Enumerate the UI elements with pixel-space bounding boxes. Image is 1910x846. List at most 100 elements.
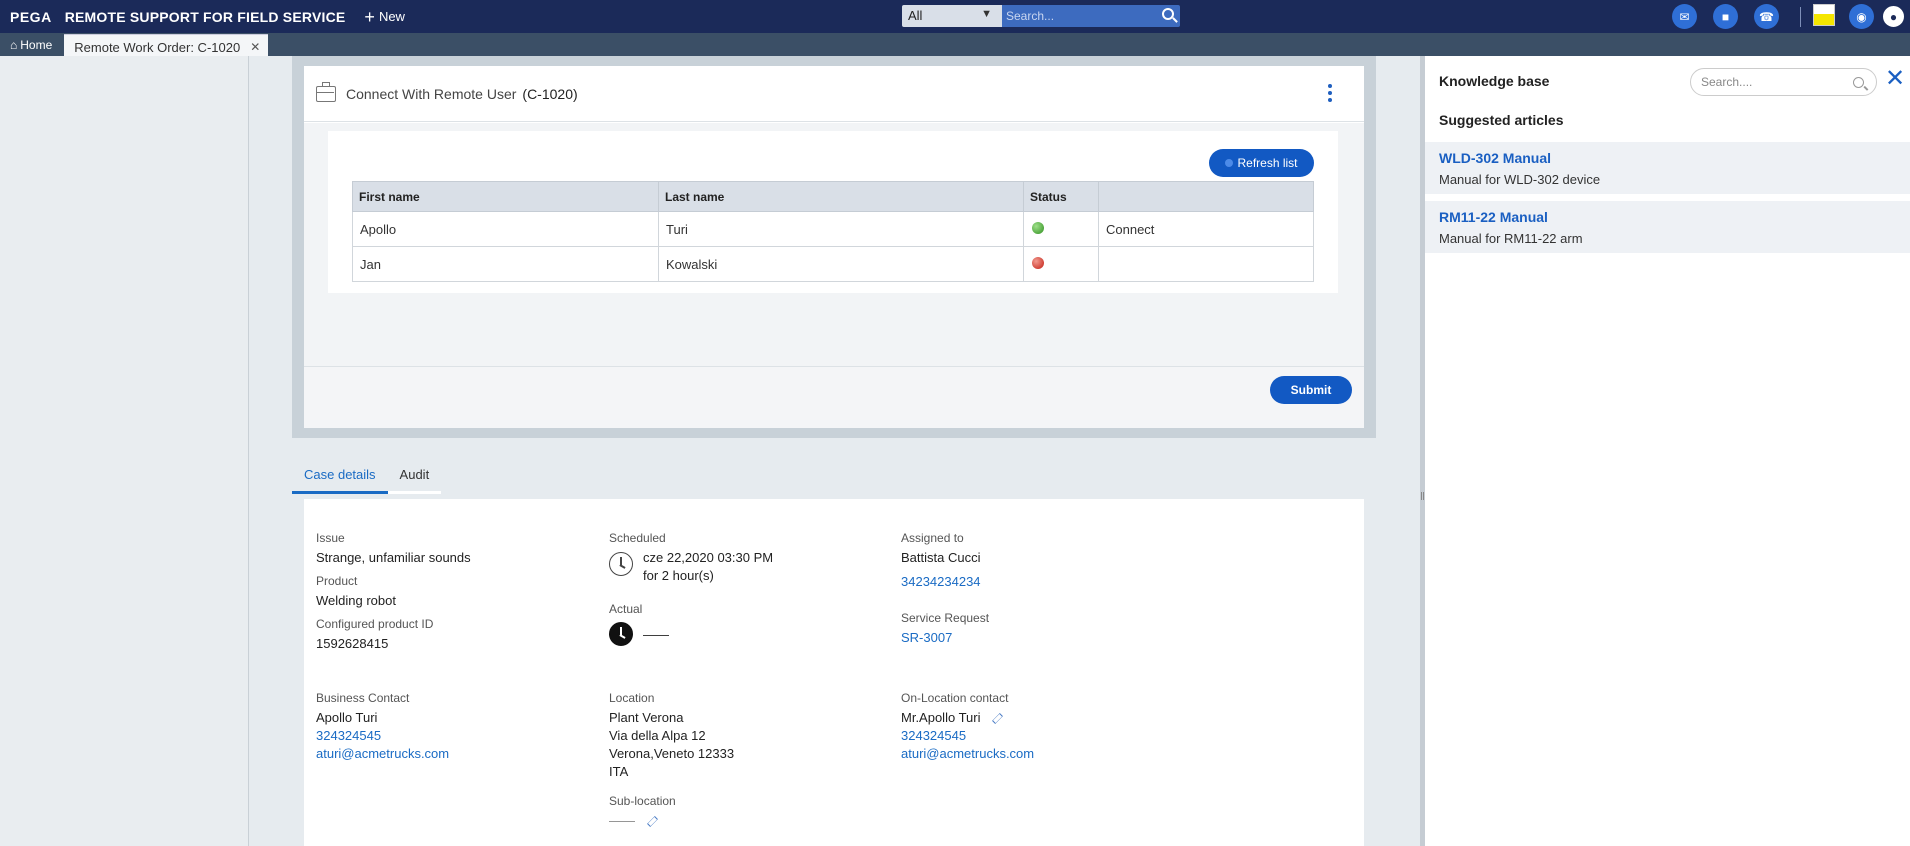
article-item[interactable]: WLD-302 Manual Manual for WLD-302 device (1425, 142, 1910, 194)
edit-pencil-icon[interactable] (646, 816, 658, 828)
article-description: Manual for RM11-22 arm (1439, 231, 1583, 246)
assigned-to-phone[interactable]: 34234234234 (901, 573, 981, 591)
refresh-list-button[interactable]: Refresh list (1209, 149, 1314, 177)
clock-filled-icon (609, 622, 633, 646)
tab-case-details[interactable]: Case details (292, 458, 388, 494)
tab-home[interactable]: ⌂ Home (0, 33, 60, 56)
column-header-first-name[interactable]: First name (352, 181, 659, 212)
issue-field: Issue Strange, unfamiliar sounds (316, 531, 471, 567)
global-search-input[interactable]: Search... (1002, 5, 1180, 27)
article-title-link[interactable]: WLD-302 Manual (1439, 150, 1896, 166)
assigned-to-field: Assigned to Battista Cucci 34234234234 (901, 531, 981, 591)
submit-button[interactable]: Submit (1270, 376, 1352, 404)
status-online-icon (1032, 221, 1044, 234)
tab-work-order[interactable]: Remote Work Order: C-1020 ✕ (64, 34, 269, 56)
search-scope-value: All (908, 8, 923, 23)
knowledge-search-input[interactable]: Search.... (1690, 68, 1877, 96)
assignment-body: Refresh list First name Last name Status… (304, 123, 1364, 366)
remote-users-table: First name Last name Status Apollo Turi … (352, 181, 1314, 282)
left-sidebar (0, 56, 249, 846)
business-contact-label: Business Contact (316, 691, 410, 705)
refresh-icon (1225, 159, 1234, 167)
service-request-field: Service Request SR-3007 (901, 611, 989, 647)
sub-location-value: —— (609, 813, 635, 828)
cell-first-name: Jan (352, 246, 659, 282)
connect-link[interactable]: Connect (1098, 211, 1314, 247)
cell-status (1023, 211, 1099, 247)
article-item[interactable]: RM11-22 Manual Manual for RM11-22 arm (1425, 201, 1910, 253)
status-offline-icon (1032, 256, 1044, 269)
tab-bar: ⌂ Home Remote Work Order: C-1020 ✕ (0, 33, 1910, 56)
location-field: Location Plant Verona Via della Alpa 12 … (609, 691, 734, 781)
location-label: Location (609, 691, 655, 705)
more-actions-icon[interactable] (1328, 84, 1332, 102)
table-row: Jan Kowalski (352, 246, 1314, 282)
scheduled-duration: for 2 hour(s) (643, 568, 714, 583)
scheduled-row: cze 22,2020 03:30 PM for 2 hour(s) (609, 549, 773, 585)
search-icon[interactable] (1162, 8, 1174, 20)
user-avatar-icon[interactable]: ● (1881, 4, 1906, 29)
edit-pencil-icon[interactable] (992, 713, 1004, 725)
article-description: Manual for WLD-302 device (1439, 172, 1601, 187)
assignment-action-bar: Submit (304, 366, 1364, 428)
close-tab-icon[interactable]: ✕ (250, 40, 260, 54)
cell-last-name: Kowalski (658, 246, 1024, 282)
sub-location-label: Sub-location (609, 794, 676, 808)
knowledge-base-panel: Knowledge base Search.... ✕ Suggested ar… (1425, 56, 1910, 846)
column-header-status[interactable]: Status (1023, 181, 1099, 212)
close-icon[interactable]: ✕ (1885, 67, 1905, 91)
splitter-grip-icon[interactable] (1421, 492, 1424, 500)
top-bar: PEGA REMOTE SUPPORT FOR FIELD SERVICE + … (0, 0, 1910, 33)
assigned-to-name: Battista Cucci (901, 550, 981, 565)
cell-status (1023, 246, 1099, 282)
business-contact-email[interactable]: aturi@acmetrucks.com (316, 745, 449, 763)
actual-row: —— (609, 622, 669, 646)
product-value: Welding robot (316, 593, 396, 608)
tab-audit[interactable]: Audit (387, 458, 442, 494)
assignment-case-id: (C-1020) (522, 85, 578, 102)
mail-icon[interactable]: ✉ (1672, 4, 1697, 29)
knowledge-base-title: Knowledge base (1439, 73, 1550, 89)
status-indicator-icon[interactable] (1813, 4, 1835, 26)
home-icon: ⌂ (10, 37, 18, 52)
column-header-last-name[interactable]: Last name (658, 181, 1024, 212)
scheduled-field: Scheduled cze 22,2020 03:30 PM for 2 hou… (609, 531, 773, 585)
bot-icon[interactable]: ◉ (1849, 4, 1874, 29)
scheduled-label: Scheduled (609, 531, 666, 545)
remote-users-panel: Refresh list First name Last name Status… (328, 131, 1338, 293)
table-header-row: First name Last name Status (352, 181, 1314, 212)
business-contact-phone[interactable]: 324324545 (316, 727, 449, 745)
search-scope-select[interactable]: All ▼ (902, 5, 1002, 27)
search-icon[interactable] (1853, 77, 1864, 88)
chat-icon[interactable]: ■ (1713, 4, 1738, 29)
global-search: All ▼ Search... (902, 5, 1180, 27)
global-search-placeholder: Search... (1006, 9, 1055, 23)
column-header-action (1098, 181, 1314, 212)
product-label: Product (316, 574, 358, 588)
service-request-link[interactable]: SR-3007 (901, 629, 989, 647)
toolbar-divider (1800, 7, 1801, 27)
pega-logo[interactable]: PEGA (10, 9, 52, 25)
cell-action (1098, 246, 1314, 282)
new-button[interactable]: + New (364, 8, 405, 26)
on-location-contact-email[interactable]: aturi@acmetrucks.com (901, 745, 1034, 763)
phone-icon[interactable]: ☎ (1754, 4, 1779, 29)
scheduled-text: cze 22,2020 03:30 PM for 2 hour(s) (643, 549, 773, 585)
on-location-contact-label: On-Location contact (901, 691, 1009, 705)
sub-location-row: —— (609, 812, 676, 830)
on-location-contact-phone[interactable]: 324324545 (901, 727, 1034, 745)
location-line-4: ITA (609, 764, 629, 779)
business-contact-name: Apollo Turi (316, 710, 378, 725)
configured-product-label: Configured product ID (316, 617, 434, 631)
configured-product-field: Configured product ID 1592628415 (316, 617, 433, 653)
knowledge-search-placeholder: Search.... (1701, 75, 1753, 89)
sub-location-field: Sub-location —— (609, 794, 676, 830)
actual-field: Actual —— (609, 602, 669, 646)
refresh-list-label: Refresh list (1237, 156, 1298, 170)
article-title-link[interactable]: RM11-22 Manual (1439, 209, 1896, 225)
service-request-label: Service Request (901, 611, 990, 625)
on-location-contact-name: Mr.Apollo Turi (901, 710, 981, 725)
actual-label: Actual (609, 602, 643, 616)
briefcase-icon (316, 81, 336, 102)
business-contact-field: Business Contact Apollo Turi 324324545 a… (316, 691, 449, 763)
